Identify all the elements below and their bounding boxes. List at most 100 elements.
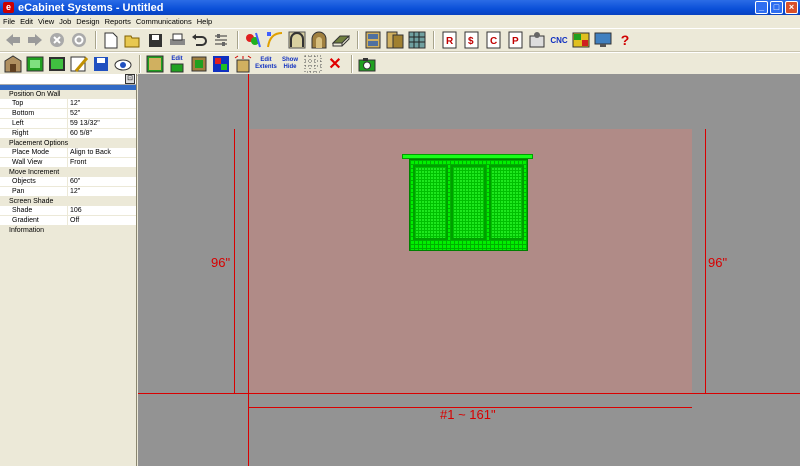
property-name: Gradient (0, 216, 68, 225)
panel-pin-button[interactable]: ⊡ (125, 74, 135, 84)
help-icon[interactable]: ? (615, 30, 635, 50)
floor-line (138, 393, 800, 394)
property-value[interactable]: 60 5/8" (68, 129, 92, 138)
menu-file[interactable]: File (2, 17, 19, 26)
undo-icon[interactable] (189, 30, 209, 50)
grid-icon[interactable] (407, 30, 427, 50)
cabinets-icon[interactable] (385, 30, 405, 50)
property-row-gradient[interactable]: Gradient Off (0, 216, 136, 226)
menu-communications[interactable]: Communications (135, 17, 196, 26)
report-2-icon[interactable]: $ (461, 30, 481, 50)
property-row-pan[interactable]: Pan 12" (0, 187, 136, 197)
property-value[interactable]: Off (68, 216, 79, 225)
design-canvas[interactable]: 96" 96" #1 ~ 161" (138, 74, 800, 466)
menu-view[interactable]: View (37, 17, 58, 26)
report-4-icon[interactable]: P (505, 30, 525, 50)
refresh-icon[interactable] (69, 30, 89, 50)
category-position-on-wall[interactable]: Position On Wall (0, 90, 136, 99)
panel-icon[interactable] (331, 30, 351, 50)
report-icon[interactable]: R (439, 30, 459, 50)
wall-view-icon[interactable] (25, 54, 45, 74)
camera-icon[interactable] (357, 54, 377, 74)
parts-icon[interactable] (189, 54, 209, 74)
layout-icon[interactable] (571, 30, 591, 50)
menu-job[interactable]: Job (58, 17, 75, 26)
property-value[interactable]: 106 (68, 206, 82, 215)
maximize-button[interactable]: □ (770, 1, 783, 14)
close-button[interactable]: × (785, 1, 798, 14)
paint-icon[interactable] (243, 30, 263, 50)
print-icon[interactable] (167, 30, 187, 50)
left-height-dimension: 96" (211, 255, 231, 270)
monitor-icon[interactable] (593, 30, 613, 50)
property-value[interactable]: 60" (68, 177, 80, 186)
property-row-left[interactable]: Left 59 13/32" (0, 119, 136, 129)
svg-text:R: R (446, 36, 454, 47)
property-row-shade[interactable]: Shade 106 (0, 206, 136, 216)
menu-help[interactable]: Help (196, 17, 216, 26)
cnc-icon[interactable]: CNC (549, 30, 569, 50)
property-value[interactable]: 12" (68, 187, 80, 196)
arch-icon[interactable] (287, 30, 307, 50)
back-arrow-icon[interactable] (3, 30, 23, 50)
property-name: Right (0, 129, 68, 138)
panel-header: ⊡ (0, 74, 136, 85)
property-row-bottom[interactable]: Bottom 52" (0, 109, 136, 119)
menu-reports[interactable]: Reports (104, 17, 135, 26)
property-name: Top (0, 99, 68, 108)
property-value[interactable]: 59 13/32" (68, 119, 100, 128)
cabinet-door[interactable] (413, 165, 448, 240)
property-value[interactable]: Front (68, 158, 86, 167)
svg-text:P: P (512, 36, 519, 47)
wall-cabinet[interactable] (402, 154, 533, 251)
cabinet-door[interactable] (451, 165, 486, 240)
show-hide-icon[interactable]: Show Hide (279, 54, 301, 74)
property-row-objects[interactable]: Objects 60" (0, 177, 136, 187)
cabinet-door[interactable] (489, 165, 524, 240)
minimize-button[interactable]: _ (755, 1, 768, 14)
stop-icon[interactable] (47, 30, 67, 50)
save-icon[interactable] (145, 30, 165, 50)
design-toolbar: Edit Edit Extents Show Hide ✕ (0, 52, 800, 76)
property-value[interactable]: 12" (68, 99, 80, 108)
toolbar-separator (237, 31, 239, 49)
dotted-grid-icon[interactable] (303, 54, 323, 74)
curve-edit-icon[interactable] (265, 30, 285, 50)
property-name: Objects (0, 177, 68, 186)
category-information[interactable]: Information (0, 226, 136, 235)
forward-arrow-icon[interactable] (25, 30, 45, 50)
new-file-icon[interactable] (101, 30, 121, 50)
open-folder-icon[interactable] (123, 30, 143, 50)
room-3d-icon[interactable] (3, 54, 23, 74)
edit-extents-icon[interactable]: Edit Extents (255, 54, 277, 74)
property-row-place-mode[interactable]: Place Mode Align to Back (0, 148, 136, 158)
property-value[interactable]: Align to Back (68, 148, 111, 157)
machine-icon[interactable] (527, 30, 547, 50)
exploded-icon[interactable] (233, 54, 253, 74)
main-toolbar: R $ C P CNC ? (0, 28, 800, 52)
floppy-icon[interactable] (91, 54, 111, 74)
edit-icon[interactable]: Edit (167, 54, 187, 74)
property-row-top[interactable]: Top 12" (0, 99, 136, 109)
cabinet-view-icon[interactable] (145, 54, 165, 74)
settings-sliders-icon[interactable] (211, 30, 231, 50)
report-3-icon[interactable]: C (483, 30, 503, 50)
elevation-icon[interactable] (47, 54, 67, 74)
property-value[interactable]: 52" (68, 109, 80, 118)
category-move-increment[interactable]: Move Increment (0, 168, 136, 177)
menu-design[interactable]: Design (75, 17, 103, 26)
render-eye-icon[interactable] (113, 54, 133, 74)
delete-icon[interactable]: ✕ (325, 54, 345, 74)
property-row-right[interactable]: Right 60 5/8" (0, 129, 136, 139)
property-row-wall-view[interactable]: Wall View Front (0, 158, 136, 168)
category-placement-options[interactable]: Placement Options (0, 139, 136, 148)
color-icon[interactable] (211, 54, 231, 74)
menu-edit[interactable]: Edit (19, 17, 37, 26)
menu-bar: File Edit View Job Design Reports Commun… (0, 15, 800, 28)
svg-text:$: $ (468, 36, 474, 47)
category-screen-shade[interactable]: Screen Shade (0, 197, 136, 206)
arch-door-icon[interactable] (309, 30, 329, 50)
cabinet-icon[interactable] (363, 30, 383, 50)
toolbar-separator (357, 31, 359, 49)
tools-icon[interactable] (69, 54, 89, 74)
